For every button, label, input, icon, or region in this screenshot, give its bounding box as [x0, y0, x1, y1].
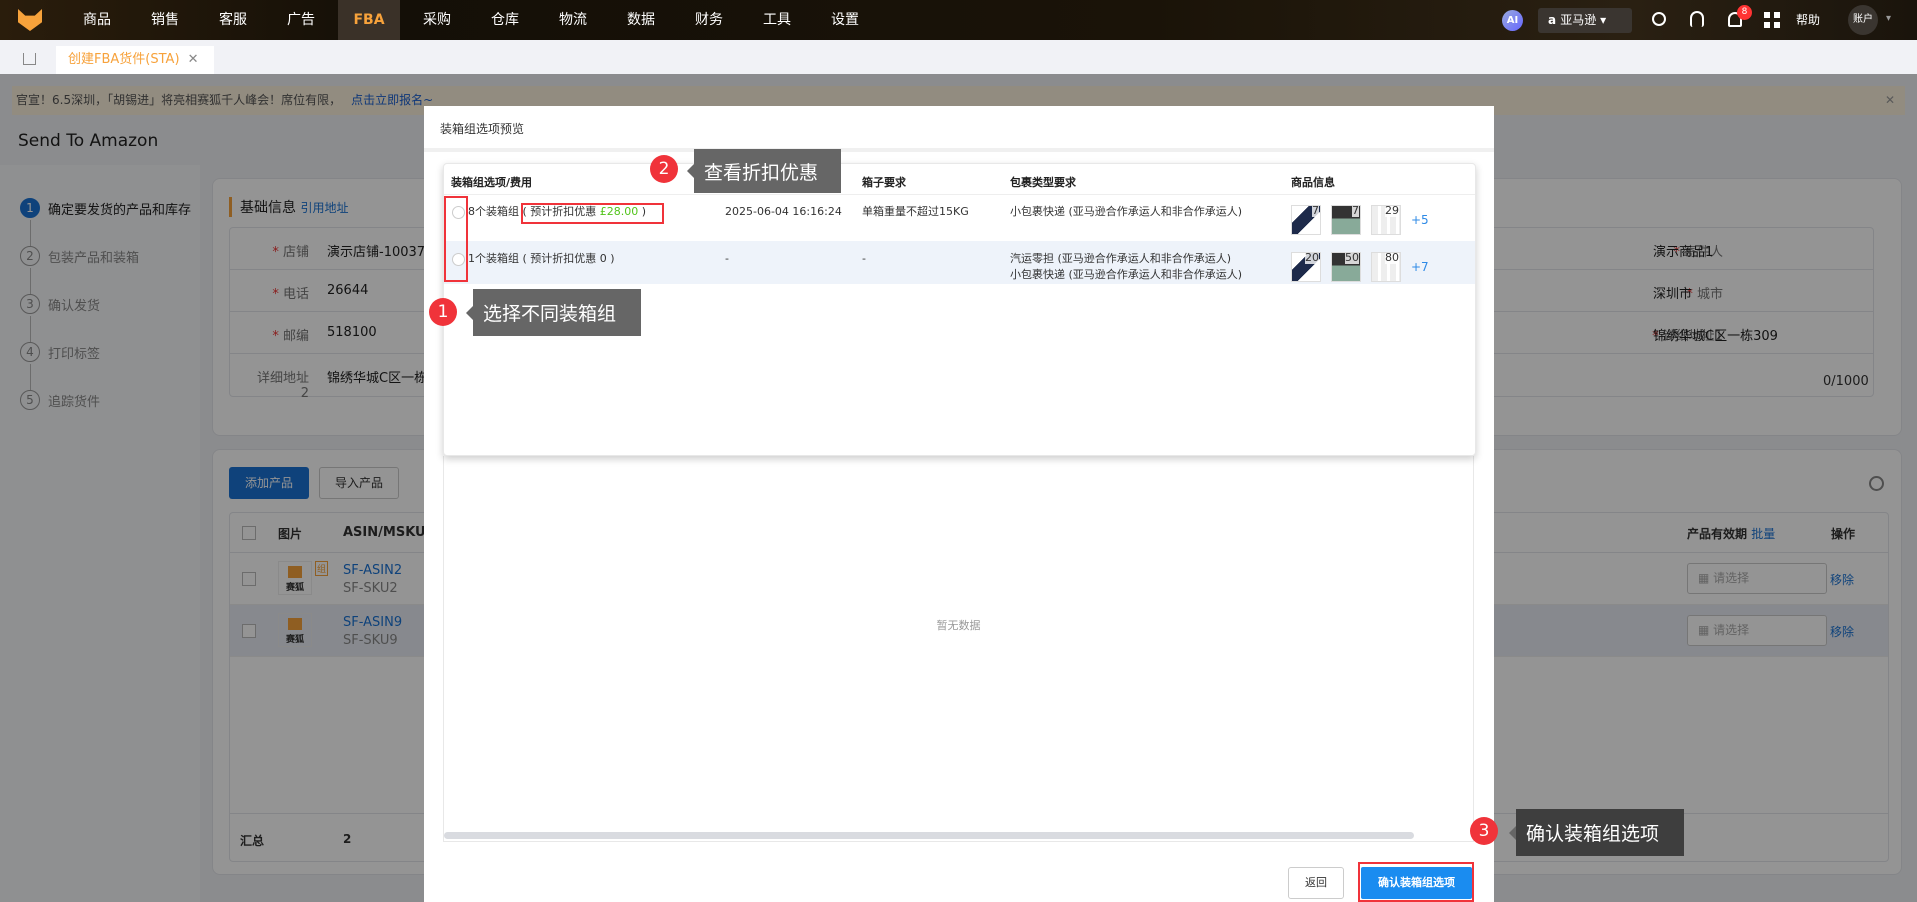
search-icon[interactable] — [1652, 12, 1666, 26]
annotation-badge-1: 1 — [429, 298, 457, 326]
horizontal-scrollbar[interactable] — [444, 832, 1414, 839]
package-type: 小包裹快递 (亚马逊合作承运人和非合作承运人) — [1010, 268, 1243, 281]
nav-item[interactable]: 客服 — [202, 0, 264, 40]
annotation-callout-3: 确认装箱组选项 — [1509, 809, 1684, 856]
modal-col-header: 商品信息 — [1291, 176, 1335, 189]
annotation-callout-1: 选择不同装箱组 — [466, 289, 641, 336]
home-icon[interactable] — [23, 53, 36, 65]
modal-col-header: 装箱组选项/费用 — [451, 176, 533, 189]
annotation-badge-2: 2 — [650, 155, 678, 183]
annotation-badge-3: 3 — [1470, 817, 1498, 845]
tab-create-fba[interactable]: 创建FBA货件(STA) ✕ — [56, 46, 214, 74]
amazon-icon: a — [1548, 13, 1561, 27]
more-products-link[interactable]: +5 — [1411, 213, 1429, 227]
product-thumbnail[interactable]: 50 — [1331, 252, 1361, 282]
nav-item[interactable]: 物流 — [542, 0, 604, 40]
product-thumbnail[interactable]: 20 — [1291, 252, 1321, 282]
modal-col-header: 包裹类型要求 — [1010, 176, 1076, 189]
box-requirement: - — [862, 252, 866, 265]
highlight-radio-column — [444, 196, 468, 282]
nav-item[interactable]: 采购 — [406, 0, 468, 40]
highlight-discount — [521, 203, 664, 224]
nav-item[interactable]: 商品 — [66, 0, 128, 40]
back-button[interactable]: 返回 — [1288, 867, 1344, 899]
nav-item[interactable]: 设置 — [814, 0, 876, 40]
nav-item[interactable]: FBA — [338, 0, 400, 40]
product-thumbnail[interactable]: 29 — [1371, 205, 1401, 235]
help-link[interactable]: 帮助 — [1796, 0, 1820, 40]
expiry-time: - — [725, 252, 729, 265]
nav-item[interactable]: 数据 — [610, 0, 672, 40]
empty-text: 暂无数据 — [936, 619, 981, 632]
nav-item[interactable]: 财务 — [678, 0, 740, 40]
logo-icon[interactable] — [18, 9, 42, 31]
ai-button[interactable]: AI — [1502, 10, 1523, 31]
table-body-panel: 暂无数据 — [443, 456, 1474, 842]
product-thumbnail[interactable]: 7 — [1331, 205, 1361, 235]
nav-item[interactable]: 广告 — [270, 0, 332, 40]
tab-bar: 创建FBA货件(STA) ✕ — [0, 40, 1917, 74]
product-thumbnail[interactable]: 80 — [1371, 252, 1401, 282]
highlight-confirm-button — [1358, 862, 1474, 902]
more-products-link[interactable]: +7 — [1411, 260, 1429, 274]
headset-icon[interactable] — [1690, 11, 1704, 27]
expiry-time: 2025-06-04 16:16:24 — [725, 205, 842, 218]
product-thumbnail[interactable]: 7 — [1291, 205, 1321, 235]
modal-col-header: 箱子要求 — [862, 176, 906, 189]
close-icon[interactable]: ✕ — [188, 52, 199, 67]
divider — [424, 148, 1494, 152]
chevron-down-icon[interactable]: ▾ — [1886, 13, 1891, 24]
box-requirement: 单箱重量不超过15KG — [862, 205, 969, 218]
annotation-callout-2: 查看折扣优惠 — [687, 149, 841, 193]
nav-item[interactable]: 工具 — [746, 0, 808, 40]
package-type: 小包裹快递 (亚马逊合作承运人和非合作承运人) — [1010, 205, 1243, 218]
modal-title: 装箱组选项预览 — [440, 122, 525, 136]
nav-item[interactable]: 销售 — [134, 0, 196, 40]
option-name: 1个装箱组 ( 预计折扣优惠 0 ) — [468, 252, 615, 265]
top-nav: 商品 销售 客服 广告 FBA 采购 仓库 物流 数据 财务 工具 设置 AI a 亚马逊 ▾ 8 帮… — [0, 0, 1917, 40]
apps-grid-icon[interactable] — [1764, 12, 1780, 28]
platform-select[interactable]: a 亚马逊 ▾ — [1538, 8, 1632, 33]
tab-label: 创建FBA货件(STA) — [68, 52, 180, 67]
nav-item[interactable]: 仓库 — [474, 0, 536, 40]
package-type: 汽运零担 (亚马逊合作承运人和非合作承运人) — [1010, 252, 1232, 265]
account-avatar[interactable]: 账户 — [1848, 5, 1878, 35]
notification-badge: 8 — [1737, 5, 1752, 20]
platform-label: 亚马逊 — [1560, 13, 1597, 27]
